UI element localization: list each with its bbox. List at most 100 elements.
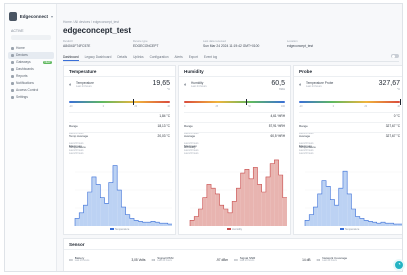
nav-icon <box>11 88 14 92</box>
divider <box>64 249 402 250</box>
sidebar-item[interactable]: Notifications <box>8 80 54 87</box>
gauge-tick-label: 0 <box>332 105 335 108</box>
gauge-tick-label: 25 <box>215 105 219 108</box>
help-chat-button[interactable]: ◔ <box>393 259 405 271</box>
gauge-ticks: 0 25 50 100 <box>184 105 285 108</box>
chat-icon: ◔ <box>397 262 401 268</box>
legend-swatch <box>339 228 344 231</box>
histogram-bar <box>159 223 164 226</box>
sensor-item: ▭ Network Coverage Last 24 hours <box>317 256 400 263</box>
meta-value: Sun Mar 24 2024 11:19:42 GMT+0100 <box>203 44 260 48</box>
stat-value: 57,91 %RH <box>268 124 285 128</box>
sidebar-item[interactable]: Settings <box>8 94 54 101</box>
sidebar-item[interactable]: Access Control <box>8 87 54 94</box>
gauge-bar <box>299 101 400 103</box>
tab-item[interactable]: Alerts <box>175 54 183 61</box>
tab-item[interactable]: Uplinks <box>133 54 143 61</box>
histogram-bar <box>91 176 97 226</box>
histogram-sub: Last 24 hours <box>69 149 84 152</box>
sidebar-item[interactable]: Dashboards <box>8 66 54 73</box>
histogram-bar <box>376 223 381 226</box>
tab-item[interactable]: Configuration <box>150 54 169 61</box>
tab-item[interactable]: Legacy Dashboard <box>85 54 112 61</box>
histogram-bar <box>244 169 250 226</box>
sidebar-item-label: Settings <box>16 95 28 100</box>
sidebar-item-label: Devices <box>16 53 28 58</box>
org-name: Edgeconnect <box>19 13 48 19</box>
meta-value: edgeconcept_test <box>287 44 314 48</box>
current-value: 60,5 <box>271 80 285 87</box>
nav-icon <box>11 95 14 99</box>
sensor-items: ▭ Battery Last 24 hours 3,05 Volts ▭ Signal R… <box>69 256 400 263</box>
histogram-bar <box>282 197 287 226</box>
chevron-down-icon: ▾ <box>50 13 53 19</box>
gauge-bar <box>69 101 170 103</box>
histogram-bar <box>364 220 369 226</box>
histogram-bar <box>389 223 394 226</box>
histogram-sub: Last 24 hours <box>184 149 199 152</box>
breadcrumb[interactable]: Home / All devices / edgeconcept_test <box>63 20 119 24</box>
tab-item[interactable]: Export <box>189 54 198 61</box>
sensor-label-group: Signal SNR Last 24 hours <box>240 256 256 263</box>
sidebar-item-label: Access Control <box>16 88 39 93</box>
histogram-bar <box>309 214 314 226</box>
current-sub: Last 24 hours <box>76 85 92 88</box>
meta-field: DevEUI A84041F74FC57E <box>63 39 133 48</box>
histogram-bar <box>198 209 203 226</box>
current-unit: %RH <box>278 88 285 91</box>
sidebar-item-label: Dashboards <box>16 67 34 72</box>
sidebar-item[interactable]: Gateways NEW <box>8 59 54 66</box>
org-status: ACTIVE <box>11 29 24 33</box>
divider <box>294 76 402 77</box>
org-switcher[interactable]: Edgeconnect ▾ <box>9 10 53 22</box>
histogram-legend: Temperature <box>64 228 175 231</box>
stat-row: Average Last 24 hours 327,67 °C <box>299 122 400 145</box>
histogram-bar <box>338 188 343 226</box>
tab-item[interactable]: Event log <box>204 54 217 61</box>
histogram-legend: Humidity <box>179 228 290 231</box>
sensor-card: Sensor ▭ Battery Last 24 hours 3,05 Volts ▭ S… <box>63 238 402 271</box>
sensor-sub: Last 24 hours <box>322 259 337 263</box>
histogram-bar <box>79 212 84 226</box>
meta-value: A84041F74FC57E <box>63 44 91 48</box>
legend-swatch <box>109 228 114 231</box>
sidebar-item[interactable]: Devices <box>8 52 54 59</box>
gauge-ticks: -20 0 20 40 <box>69 105 170 108</box>
histogram-bar <box>138 221 143 226</box>
battery-icon: ▭ <box>69 257 73 263</box>
sidebar-search-input[interactable] <box>11 35 51 40</box>
stat-value: 327,67 °C <box>385 134 400 138</box>
meta-label: Last data received <box>203 39 226 43</box>
histogram-bar <box>134 220 139 226</box>
sensor-label-group: Signal RSSI Last 24 hours <box>157 256 173 263</box>
sidebar-item[interactable]: Home <box>8 45 54 52</box>
sensor-item: ▭ Signal SNR Last 24 hours 14 dB <box>234 256 317 263</box>
histogram-bar <box>108 182 113 226</box>
gauge-tick-label: 20 <box>134 105 138 108</box>
meta-field: Last data received Sun Mar 24 2024 11:19:… <box>203 39 287 48</box>
current-value: 19,65 <box>152 80 170 87</box>
gauge-tick-label: 100 <box>280 105 285 108</box>
tab-item[interactable]: Dashboard <box>63 54 79 61</box>
histogram-bar <box>100 197 105 226</box>
histogram-bar <box>380 222 386 226</box>
histogram-sub: Last 24 hours <box>299 149 314 152</box>
view-toggle[interactable] <box>391 54 399 58</box>
device-tabs: Dashboard Legacy Dashboard Details Uplinks C… <box>63 54 399 62</box>
histogram-bar <box>232 201 237 226</box>
legend-label: Temperature <box>114 228 130 231</box>
sidebar-item[interactable]: Reports <box>8 73 54 80</box>
page-title: edgeconcept_test <box>63 26 132 35</box>
app-window: Edgeconnect ▾ ACTIVE Home Devices Gateways… <box>4 3 403 272</box>
histogram-bar <box>96 184 101 226</box>
sidebar-item-label: Home <box>16 46 25 51</box>
histogram-bar <box>326 186 331 226</box>
stat-row: Average Last 24 hours 57,91 %RH <box>184 122 285 145</box>
sensor-item: ▭ Battery Last 24 hours 3,05 Volts <box>69 256 152 263</box>
histogram-bar <box>223 209 228 226</box>
gauge-tick-label: 40 <box>167 105 170 108</box>
gauge-tick-label: -20 <box>69 105 73 108</box>
tab-item[interactable]: Details <box>117 54 127 61</box>
histogram-bar <box>359 218 365 226</box>
sensor-title: Sensor <box>69 242 85 247</box>
